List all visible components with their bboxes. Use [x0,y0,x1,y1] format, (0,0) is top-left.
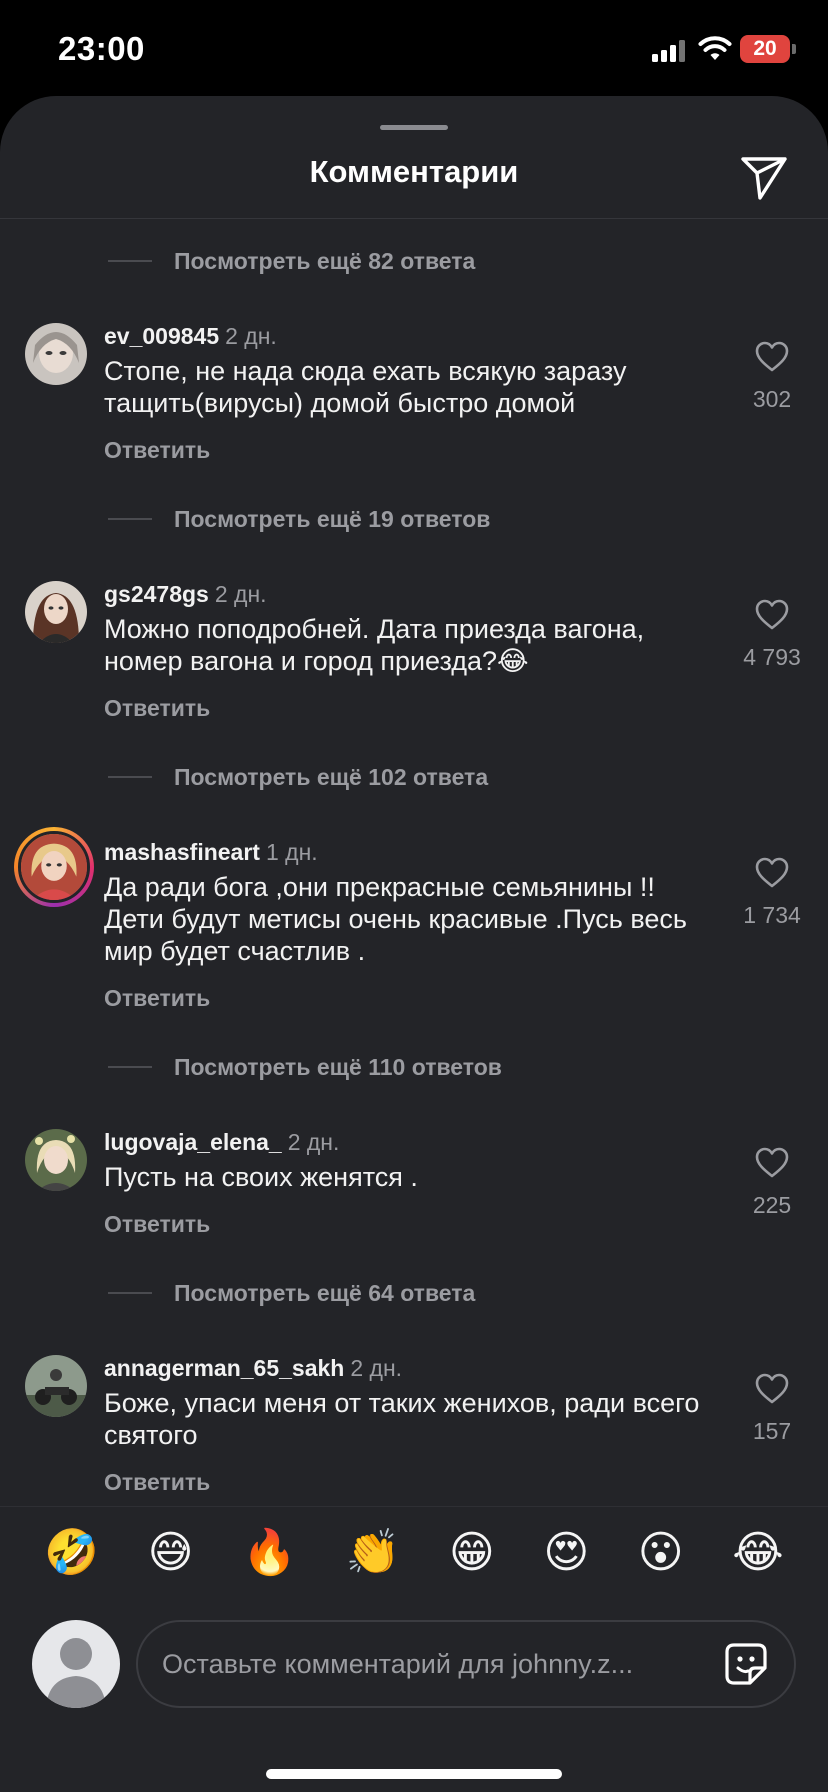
view-more-replies[interactable]: Посмотреть ещё 82 ответа [108,241,475,281]
view-more-replies-label: Посмотреть ещё 110 ответов [174,1053,502,1080]
like-count: 157 [752,1418,792,1444]
comment-username[interactable]: lugovaja_elena_ [104,1129,282,1155]
view-more-replies[interactable]: Посмотреть ещё 19 ответов [108,499,490,539]
like-button[interactable]: 4 793 [736,599,808,671]
comment-username[interactable]: ev_009845 [104,323,219,349]
comment-time: 2 дн. [225,323,277,349]
comment-input[interactable] [162,1622,702,1706]
comment-composer [0,1598,828,1792]
like-button[interactable]: 157 [736,1373,808,1445]
like-count: 225 [752,1192,792,1218]
comment-username[interactable]: annagerman_65_sakh [104,1355,344,1381]
comment-text: Можно поподробней. Дата приезда вагона, … [104,614,645,676]
sheet-title: Комментарии [309,154,519,189]
heart-outline-icon [755,341,789,372]
paper-plane-icon[interactable] [738,151,790,203]
like-count: 1 734 [743,902,801,928]
comment-text: Да ради бога ,они прекрасные семьянины !… [104,872,687,966]
emoji-sweat-smile[interactable]: 😅 [148,1530,194,1575]
emoji-rofl[interactable]: 🤣 [44,1530,99,1575]
reply-button[interactable]: Ответить [104,437,210,464]
comment-username[interactable]: gs2478gs [104,581,209,607]
emoji-fire[interactable]: 🔥 [242,1530,297,1575]
view-more-replies[interactable]: Посмотреть ещё 110 ответов [108,1047,502,1087]
replies-line [108,776,152,778]
view-more-replies-label: Посмотреть ещё 19 ответов [174,505,491,532]
status-time: 23:00 [58,30,145,67]
like-count: 302 [752,386,792,412]
replies-line [108,1292,152,1294]
replies-line [108,260,152,262]
comments-list[interactable]: Посмотреть ещё 82 ответа ev_009845 2 дн. … [0,219,828,1509]
heart-outline-icon [755,1147,789,1178]
comment-meta: ev_009845 2 дн. [104,323,277,350]
replies-line [108,1066,152,1068]
reply-button[interactable]: Ответить [104,985,210,1012]
avatar[interactable] [25,581,87,643]
cellular-signal-icon [652,40,686,62]
status-bar: 23:00 20 [0,0,828,96]
comment-meta: mashasfineart 1 дн. [104,839,318,866]
avatar[interactable] [25,323,87,385]
wifi-icon [698,36,732,60]
comment-time: 2 дн. [214,581,267,607]
reply-button[interactable]: Ответить [104,1211,210,1238]
comment-text: Пусть на своих женятся . [104,1162,418,1192]
heart-outline-icon [755,1373,789,1404]
like-count: 4 793 [743,644,801,670]
emoji-joy[interactable]: 😂 [732,1530,783,1575]
comment-text: Боже, упаси меня от таких женихов, ради … [104,1388,700,1450]
comment-time: 2 дн. [287,1129,340,1155]
heart-outline-icon [755,857,789,888]
reply-button[interactable]: Ответить [104,1469,210,1496]
battery-icon: 20 [740,35,790,63]
view-more-replies-label: Посмотреть ещё 82 ответа [174,247,476,274]
avatar[interactable] [25,1355,87,1417]
heart-outline-icon [755,599,789,630]
comment-time: 1 дн. [265,839,318,865]
view-more-replies[interactable]: Посмотреть ещё 64 ответа [108,1273,475,1313]
default-avatar-icon[interactable] [32,1620,120,1708]
like-button[interactable]: 1 734 [736,857,808,929]
emoji-clap[interactable]: 👏 [345,1530,400,1575]
replies-line [108,518,152,520]
emoji-open-mouth[interactable]: 😮 [638,1530,684,1575]
comment-input-wrapper[interactable] [136,1620,796,1708]
comment-meta: gs2478gs 2 дн. [104,581,267,608]
comment-meta: annagerman_65_sakh 2 дн. [104,1355,402,1382]
comment-meta: lugovaja_elena_ 2 дн. [104,1129,339,1156]
home-indicator[interactable] [266,1769,562,1779]
sticker-icon[interactable] [722,1640,770,1688]
emoji-grin[interactable]: 😁 [449,1530,495,1575]
reply-button[interactable]: Ответить [104,695,210,722]
comment-text: Стопе, не нада сюда ехать всякую заразу … [104,356,627,418]
avatar[interactable] [25,1129,87,1191]
avatar-story-ring[interactable] [14,827,94,907]
emoji-bar: 🤣 😅 🔥 👏 😁 😍 😮 😂 [0,1506,828,1598]
view-more-replies[interactable]: Посмотреть ещё 102 ответа [108,757,488,797]
battery-tip [792,44,796,54]
sheet-grabber[interactable] [380,125,448,130]
comment-username[interactable]: mashasfineart [104,839,260,865]
emoji-heart-eyes[interactable]: 😍 [543,1530,589,1575]
comments-sheet: Комментарии Посмотреть ещё 82 ответа ev_… [0,96,828,1792]
comment-time: 2 дн. [350,1355,403,1381]
view-more-replies-label: Посмотреть ещё 102 ответа [174,763,489,790]
view-more-replies-label: Посмотреть ещё 64 ответа [174,1279,476,1306]
like-button[interactable]: 225 [736,1147,808,1219]
like-button[interactable]: 302 [736,341,808,413]
